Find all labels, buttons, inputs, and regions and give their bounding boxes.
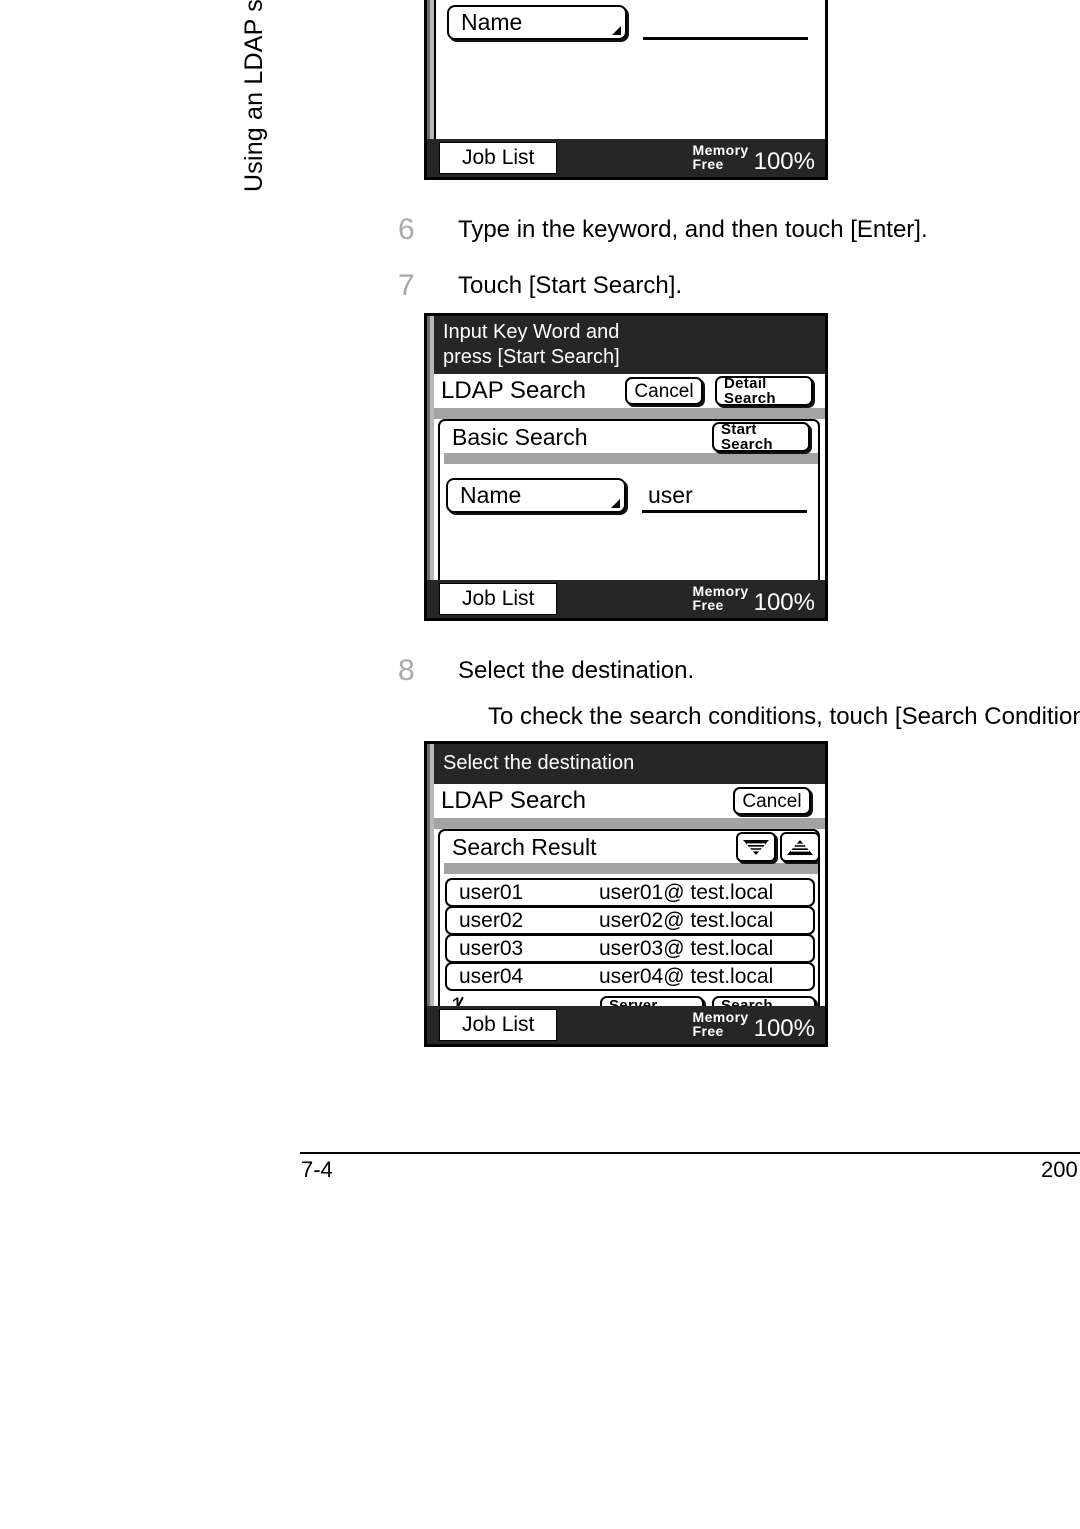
memory-free-indicator-2: Memory Free 100% [693, 584, 815, 615]
memory-free-indicator-3: Memory Free 100% [693, 1010, 815, 1041]
panel-left-rail [427, 316, 434, 580]
result-name: user01 [459, 880, 524, 904]
search-condition-button-line1: Search [721, 997, 773, 1006]
result-email: user01@ test.local [599, 880, 774, 904]
server-change-button-line1: Server [609, 997, 658, 1006]
dropdown-corner-icon [612, 26, 621, 35]
search-result-card-head: Search Result [440, 831, 818, 863]
title-underline-strip-3 [427, 818, 825, 829]
status-bar-3: Job List Memory Free 100% [427, 1006, 825, 1044]
step-7-number: 7 [398, 269, 415, 302]
step-8-text: Select the destination. [458, 657, 695, 684]
scroll-up-button[interactable] [780, 832, 818, 862]
keyword-underline-2[interactable] [642, 510, 807, 513]
title-row-2: LDAP Search Cancel Detail Search [427, 374, 825, 408]
lcd-screen-1[interactable]: Name Job List Memory Free 100% [424, 0, 828, 180]
memory-free-label-1: Memory Free [692, 142, 749, 172]
job-list-button-1[interactable]: Job List [439, 142, 558, 174]
basic-search-card-title: Basic Search [452, 423, 588, 450]
triangle-up-icon [787, 839, 813, 855]
cancel-button-3[interactable]: Cancel [733, 787, 811, 815]
message-bar-3-line1: Select the destination [443, 752, 635, 774]
result-email: user02@ test.local [599, 908, 774, 932]
memory-free-label-3: Memory Free [692, 1009, 749, 1039]
card-underline-strip-3 [444, 863, 818, 874]
detail-search-button-line1: Detail [724, 375, 767, 392]
cancel-button-2-label: Cancel [634, 380, 694, 402]
result-email: user03@ test.local [599, 936, 774, 960]
chapter-side-tab-label: Using an LDAP s [240, 0, 268, 192]
message-bar-2-line1: Input Key Word and [443, 321, 620, 343]
dropdown-corner-icon [611, 499, 620, 508]
message-bar-3: Select the destination [427, 744, 825, 784]
basic-search-card: Basic Search Start Search Name user [438, 419, 820, 580]
result-name: user03 [459, 936, 524, 960]
page-number: 7-4 [301, 1157, 333, 1182]
search-attribute-dropdown-1[interactable]: Name [447, 5, 627, 40]
job-list-button-3[interactable]: Job List [439, 1009, 558, 1041]
memory-free-indicator-1: Memory Free 100% [693, 143, 815, 174]
step-8-number: 8 [398, 654, 415, 687]
search-condition-button[interactable]: Search Condition [712, 996, 816, 1006]
search-attribute-dropdown-2-label: Name [460, 482, 522, 508]
status-bar-2: Job List Memory Free 100% [427, 580, 825, 618]
keyword-underline-1[interactable] [643, 37, 808, 40]
result-email: user04@ test.local [599, 964, 774, 988]
search-result-card-body: user01 user01@ test.local user02 user02@… [440, 874, 818, 1006]
table-row[interactable]: user04 user04@ test.local [445, 962, 815, 991]
message-bar-2: Input Key Word and press [Start Search] [427, 316, 825, 374]
app-title-2: LDAP Search [441, 377, 586, 404]
job-list-button-2[interactable]: Job List [439, 583, 558, 615]
basic-search-card-head: Basic Search Start Search [440, 421, 818, 453]
start-search-button-line2: Search [721, 436, 773, 453]
search-attribute-dropdown-1-label: Name [461, 9, 523, 35]
basic-search-card-body: Name user [440, 464, 818, 580]
start-search-button[interactable]: Start Search [712, 422, 810, 452]
status-bar-1: Job List Memory Free 100% [427, 139, 825, 177]
memory-free-value-1: 100% [753, 148, 815, 175]
memory-free-value-2: 100% [753, 589, 815, 616]
table-row[interactable]: user02 user02@ test.local [445, 906, 815, 935]
title-underline-strip-2 [427, 408, 825, 419]
memory-free-label-2: Memory Free [692, 583, 749, 613]
search-result-card: Search Result user01 user01@ test.local … [438, 829, 820, 1006]
cancel-button-3-label: Cancel [742, 790, 802, 812]
step-8-note: To check the search conditions, touch [S… [488, 703, 1080, 730]
triangle-down-icon [743, 839, 769, 855]
lcd-screen-3[interactable]: Select the destination LDAP Search Cance… [424, 741, 828, 1047]
step-6-number: 6 [398, 213, 415, 246]
table-row[interactable]: user01 user01@ test.local [445, 878, 815, 907]
message-bar-2-line2: press [Start Search] [443, 346, 620, 368]
title-row-3: LDAP Search Cancel [427, 784, 825, 818]
footer-divider [300, 1152, 1080, 1154]
detail-search-button-line2: Search [724, 390, 776, 407]
start-search-button-line1: Start [721, 421, 757, 438]
step-7-text: Touch [Start Search]. [458, 272, 683, 299]
cancel-button-2[interactable]: Cancel [625, 377, 703, 405]
server-change-button[interactable]: Server Change [600, 996, 704, 1006]
keyword-value-2: user [648, 482, 693, 508]
memory-free-value-3: 100% [753, 1015, 815, 1042]
card-underline-strip-2 [444, 453, 818, 464]
search-result-card-title: Search Result [452, 833, 597, 860]
step-7: 7 Touch [Start Search]. [398, 269, 1018, 303]
app-title-3: LDAP Search [441, 787, 586, 814]
lcd-screen-2[interactable]: Input Key Word and press [Start Search] … [424, 313, 828, 621]
page-indicator: 1 1 [444, 993, 508, 1006]
panel-left-rail [427, 744, 434, 1006]
step-6: 6 Type in the keyword, and then touch [E… [398, 213, 1018, 247]
chapter-side-tab: Using an LDAP s [232, 0, 276, 200]
footer-year: 200 [1041, 1157, 1078, 1182]
step-6-text: Type in the keyword, and then touch [Ent… [458, 216, 928, 243]
detail-search-button[interactable]: Detail Search [715, 376, 813, 406]
table-row[interactable]: user03 user03@ test.local [445, 934, 815, 963]
scroll-down-button[interactable] [736, 832, 776, 862]
search-attribute-dropdown-2[interactable]: Name [446, 478, 626, 513]
step-8: 8 Select the destination. [398, 654, 1018, 688]
panel-left-rail [427, 0, 434, 139]
result-name: user02 [459, 908, 524, 932]
result-name: user04 [459, 964, 524, 988]
